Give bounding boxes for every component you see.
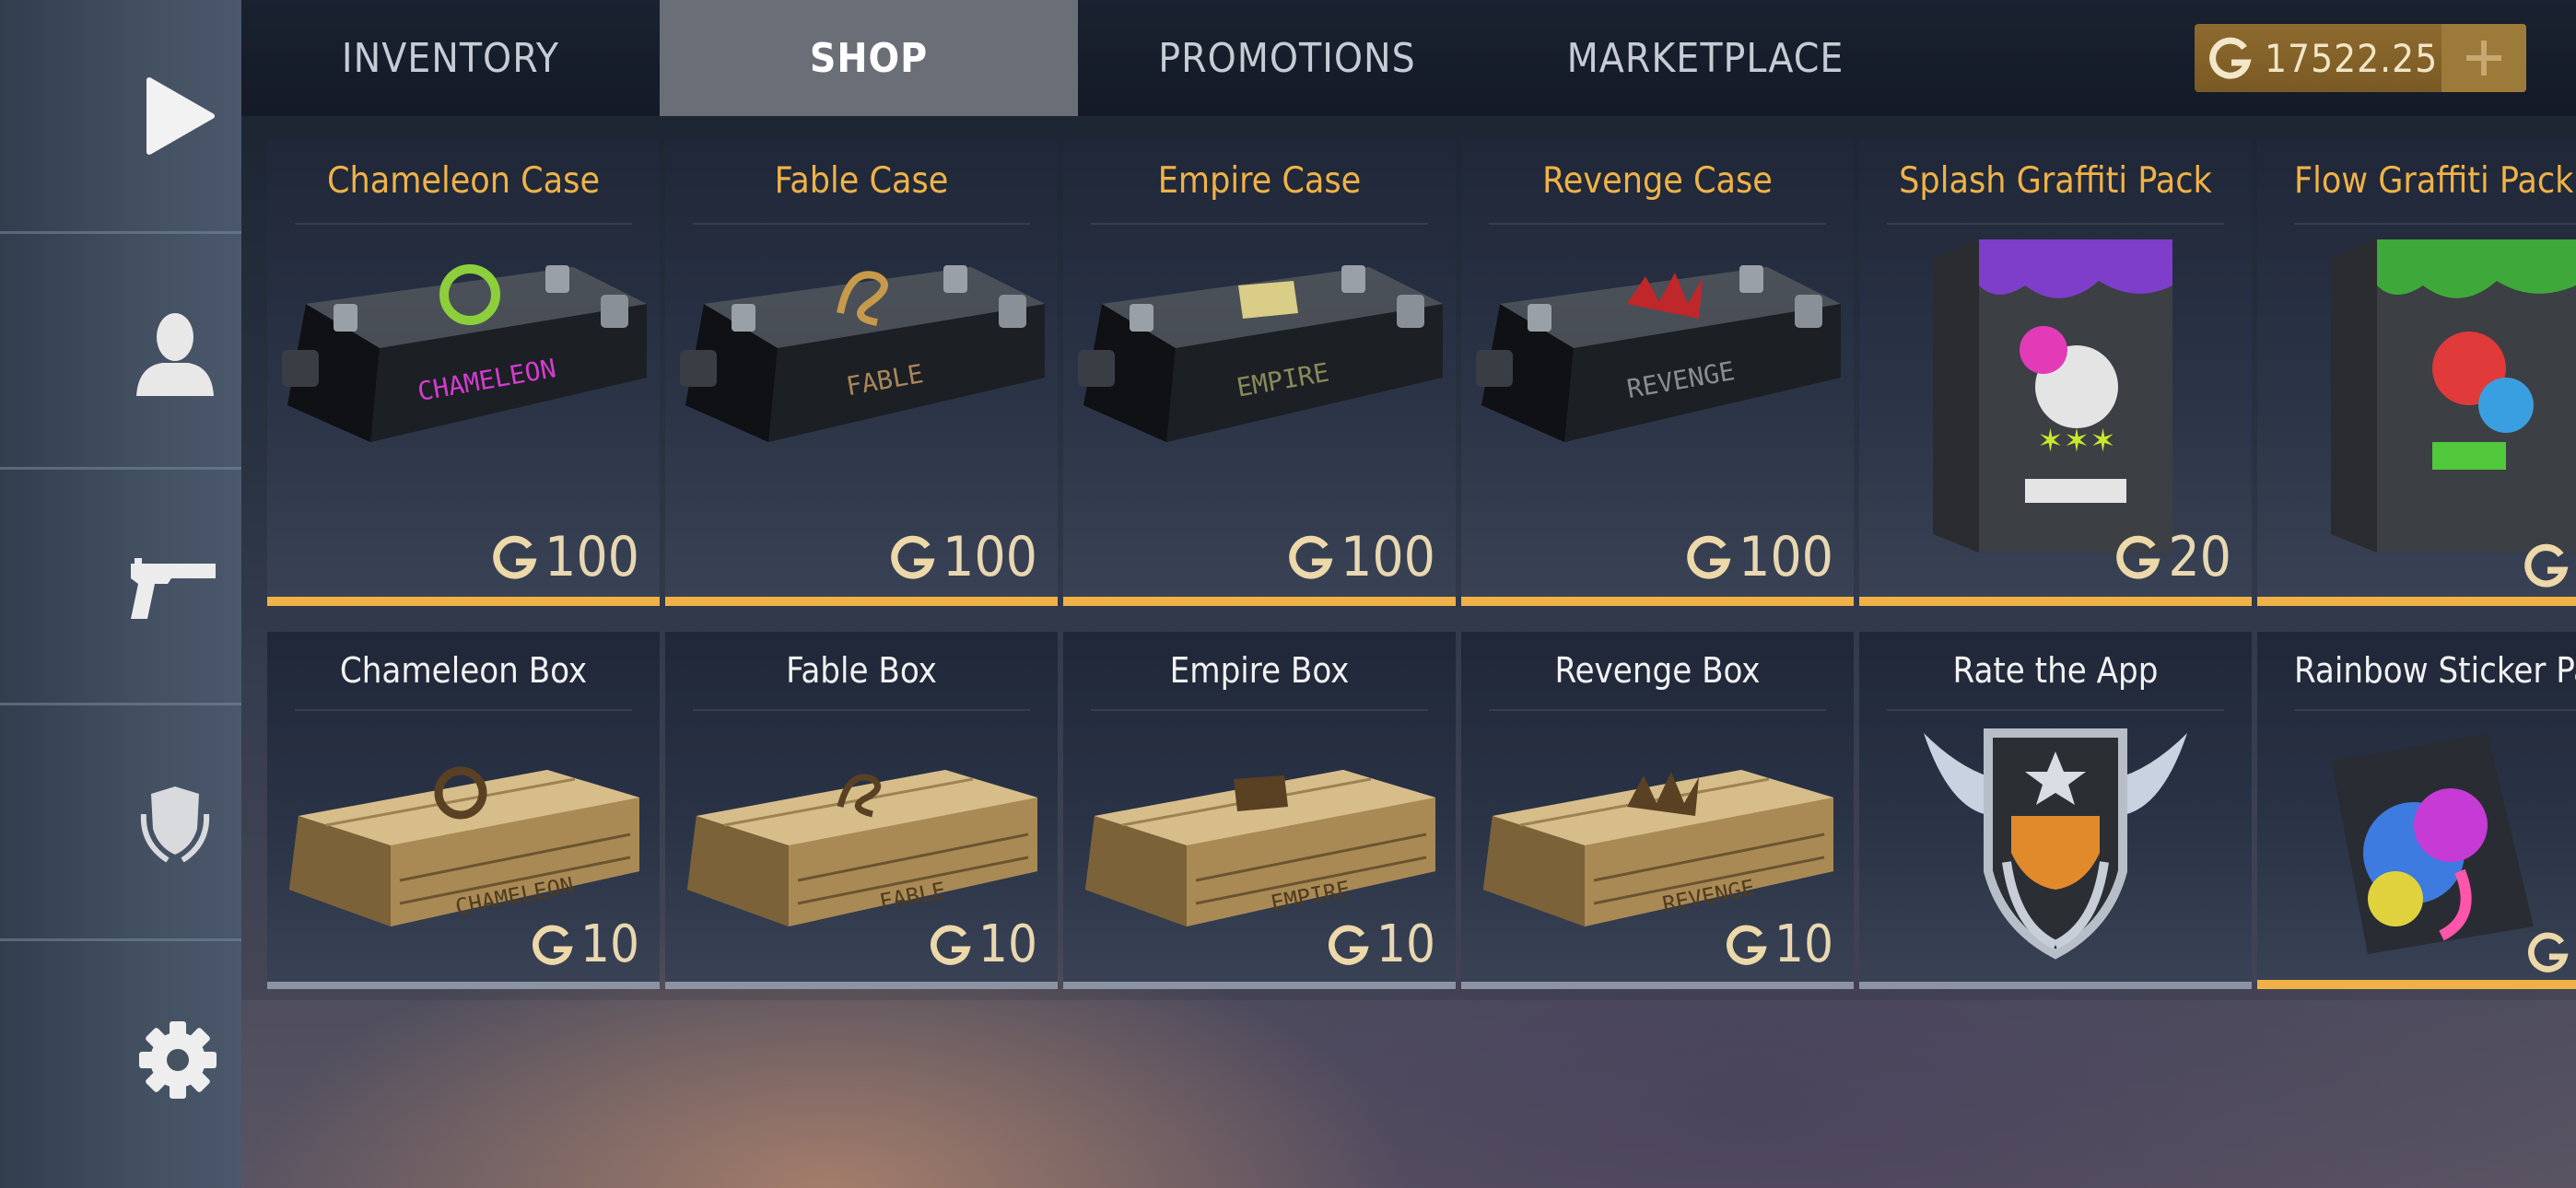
item-title: Fable Case	[693, 138, 1030, 225]
shop-item-fable-case[interactable]: Fable Case FABLE 100	[665, 138, 1058, 606]
gold-g-icon	[2523, 542, 2570, 589]
item-price: 20	[2114, 525, 2231, 589]
item-title: Fable Box	[693, 632, 1030, 711]
item-highlight-bar	[267, 982, 660, 989]
item-price: 100	[889, 525, 1037, 589]
currency-balance[interactable]: 17522.25	[2195, 24, 2526, 92]
item-price: 100	[1685, 525, 1833, 589]
currency-amount: 17522.25	[2265, 35, 2439, 81]
item-highlight-bar	[1461, 982, 1854, 989]
gold-g-icon	[889, 533, 937, 581]
item-title: Chameleon Box	[295, 632, 632, 711]
sidebar-item-profile[interactable]	[0, 236, 241, 470]
gold-g-icon	[2526, 930, 2570, 974]
gold-g-icon	[1685, 533, 1733, 581]
person-icon	[136, 312, 214, 396]
item-title: Empire Box	[1091, 632, 1428, 711]
gold-g-icon	[1327, 923, 1371, 967]
item-highlight-bar	[665, 982, 1058, 989]
item-price: 100	[491, 525, 639, 589]
tab-shop[interactable]: SHOP	[660, 0, 1078, 116]
item-title: Rainbow Sticker Pa	[2294, 632, 2576, 711]
item-highlight-bar	[665, 597, 1058, 606]
item-title: Flow Graffiti Pack	[2294, 138, 2576, 225]
item-title: Rate the App	[1887, 632, 2224, 711]
shield-laurel-icon	[140, 786, 210, 863]
item-title: Empire Case	[1091, 138, 1428, 225]
add-currency-button[interactable]	[2441, 24, 2526, 92]
weapon-case-revenge: REVENGE	[1476, 265, 1841, 442]
item-price: 100	[1287, 525, 1435, 589]
gear-icon	[139, 1021, 217, 1099]
sidebar-item-play[interactable]	[0, 0, 241, 234]
item-title: Splash Graffiti Pack	[1887, 138, 2224, 225]
gold-g-icon	[1725, 923, 1769, 967]
item-title: Chameleon Case	[295, 138, 632, 225]
item-title: Revenge Box	[1489, 632, 1826, 711]
weapon-case-fable: FABLE	[680, 265, 1045, 442]
gold-g-icon	[1287, 533, 1335, 581]
shop-item-splash-graffiti-pack[interactable]: Splash Graffiti Pack ✶✶✶ 20	[1859, 138, 2252, 606]
shop-item-empire-box[interactable]: Empire Box EMPIRE 10	[1063, 632, 1456, 989]
gold-g-icon	[2114, 533, 2162, 581]
item-highlight-bar	[267, 597, 660, 606]
item-price: 10	[1725, 914, 1833, 974]
item-price: 10	[929, 914, 1037, 974]
item-highlight-bar	[1859, 982, 2252, 989]
shop-item-revenge-box[interactable]: Revenge Box REVENGE 10	[1461, 632, 1854, 989]
item-price: 10	[1327, 914, 1435, 974]
plus-icon	[2466, 41, 2501, 76]
emblem-badge	[1924, 728, 2187, 960]
tab-inventory[interactable]: INVENTORY	[241, 0, 660, 116]
item-price	[2526, 930, 2576, 974]
item-title: Revenge Case	[1489, 138, 1826, 225]
gold-g-icon	[491, 533, 539, 581]
shop-item-chameleon-case[interactable]: Chameleon Case CHAMELEON 100	[267, 138, 660, 606]
item-price	[2523, 542, 2576, 589]
item-highlight-bar	[1859, 597, 2252, 606]
weapon-case-chameleon: CHAMELEON	[282, 264, 647, 442]
sidebar	[0, 0, 241, 1188]
item-highlight-bar	[1063, 597, 1456, 606]
play-icon	[146, 76, 215, 155]
item-highlight-bar	[1063, 982, 1456, 989]
shop-item-revenge-case[interactable]: Revenge Case REVENGE 100	[1461, 138, 1854, 606]
shop-item-fable-box[interactable]: Fable Box FABLE 10	[665, 632, 1058, 989]
svg-text:✶✶✶: ✶✶✶	[2037, 423, 2115, 460]
graffiti-pack-flow	[2331, 239, 2576, 553]
tab-marketplace[interactable]: MARKETPLACE	[1496, 0, 1914, 116]
shop-item-flow-graffiti-pack[interactable]: Flow Graffiti Pack	[2257, 138, 2576, 606]
weapon-case-empire: EMPIRE	[1078, 265, 1443, 442]
shop-item-empire-case[interactable]: Empire Case EMPIRE 100	[1063, 138, 1456, 606]
gold-g-icon	[929, 923, 973, 967]
sidebar-item-rank[interactable]	[0, 707, 241, 941]
item-highlight-bar	[1461, 597, 1854, 606]
item-price: 10	[531, 914, 639, 974]
tab-promotions[interactable]: PROMOTIONS	[1078, 0, 1496, 116]
shop-item-rate-the-app[interactable]: Rate the App	[1859, 632, 2252, 989]
gold-g-icon	[2209, 37, 2252, 79]
item-highlight-bar	[2257, 980, 2576, 989]
shop-item-chameleon-box[interactable]: Chameleon Box CHAMELEON 10	[267, 632, 660, 989]
pistol-icon	[131, 557, 216, 619]
sidebar-item-weapons[interactable]	[0, 472, 241, 705]
sidebar-item-settings[interactable]	[0, 943, 241, 1177]
gold-g-icon	[531, 923, 575, 967]
shop-item-rainbow-sticker-pack[interactable]: Rainbow Sticker Pa	[2257, 632, 2576, 989]
item-highlight-bar	[2257, 597, 2576, 606]
